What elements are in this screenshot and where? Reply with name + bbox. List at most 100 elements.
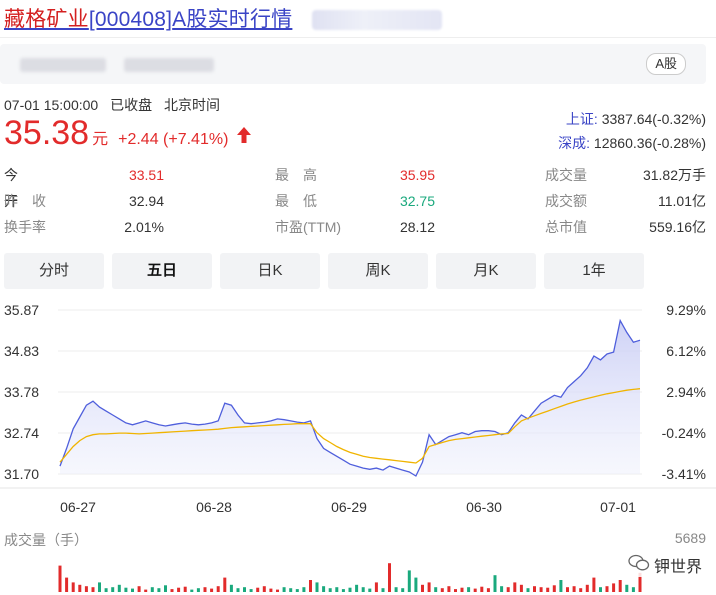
volume-bar bbox=[315, 582, 319, 592]
volume-bar bbox=[519, 584, 523, 592]
stat-high-value: 35.95 bbox=[399, 167, 435, 183]
tab-intraday[interactable]: 分时 bbox=[4, 253, 104, 289]
volume-bar bbox=[434, 587, 438, 592]
volume-bar bbox=[414, 577, 418, 592]
stat-open-value: 33.51 bbox=[128, 167, 164, 183]
volume-bar bbox=[170, 589, 174, 592]
volume-bar bbox=[440, 588, 444, 592]
volume-bar bbox=[183, 586, 187, 592]
stat-label: 换手率 bbox=[4, 219, 46, 235]
stat-low-value: 32.75 bbox=[399, 193, 435, 209]
volume-bar bbox=[559, 580, 563, 592]
x-tick: 06-27 bbox=[60, 499, 96, 515]
volume-bar bbox=[592, 577, 596, 592]
x-tick: 06-30 bbox=[466, 499, 502, 515]
stat-label: 总市值 bbox=[545, 219, 587, 235]
volume-bar bbox=[447, 586, 451, 592]
title-suffix: A股实时行情 bbox=[172, 8, 293, 31]
market-status: 已收盘 bbox=[110, 97, 153, 113]
volume-bar bbox=[262, 586, 266, 592]
volume-bar bbox=[407, 570, 411, 592]
volume-bar bbox=[282, 587, 286, 592]
volume-bar bbox=[427, 582, 431, 592]
price-change: +2.44 (+7.41%) bbox=[118, 131, 229, 148]
volume-bar bbox=[625, 584, 629, 592]
volume-bar bbox=[381, 588, 385, 592]
volume-bar bbox=[309, 580, 312, 592]
volume-bar bbox=[249, 589, 253, 592]
quote-datetime: 07-01 15:00:00 bbox=[4, 97, 99, 113]
volume-bar bbox=[295, 589, 299, 592]
volume-bar bbox=[111, 587, 115, 592]
volume-bar bbox=[618, 580, 622, 592]
index-shenzhen[interactable]: 深成: 12860.36(-0.28%) bbox=[558, 131, 706, 155]
volume-bar bbox=[355, 584, 359, 592]
volume-bar bbox=[137, 586, 141, 592]
volume-bar bbox=[566, 587, 569, 592]
stat-label: 成交量 bbox=[545, 167, 587, 183]
volume-bar bbox=[84, 586, 88, 592]
volume-bar bbox=[71, 582, 75, 592]
volume-bar bbox=[157, 588, 161, 592]
volume-bar bbox=[368, 588, 372, 592]
volume-bar bbox=[229, 584, 233, 592]
index-box: 上证: 3387.64(-0.32%) 深成: 12860.36(-0.28%) bbox=[558, 107, 706, 155]
volume-bar bbox=[341, 589, 345, 592]
market-tag[interactable]: A股 bbox=[646, 53, 686, 75]
volume-bar bbox=[131, 588, 134, 592]
volume-bar bbox=[124, 587, 128, 592]
price-chart-svg bbox=[0, 309, 716, 592]
stat-prevclose-value: 32.94 bbox=[128, 193, 164, 209]
volume-bar bbox=[480, 586, 484, 592]
x-tick: 06-29 bbox=[331, 499, 367, 515]
stock-title-link[interactable]: 藏格矿业[000408]A股实时行情 bbox=[4, 3, 292, 33]
volume-bar bbox=[460, 587, 464, 592]
tab-daily-k[interactable]: 日K bbox=[220, 253, 320, 289]
stat-marketcap-value: 559.16亿 bbox=[649, 219, 706, 235]
tab-monthly-k[interactable]: 月K bbox=[436, 253, 536, 289]
quote-time-row: 07-01 15:00:00 已收盘 北京时间 bbox=[4, 95, 220, 115]
volume-bar bbox=[605, 586, 609, 592]
chart-tabs: 分时 五日 日K 周K 月K 1年 bbox=[4, 253, 644, 289]
volume-bar bbox=[144, 589, 148, 592]
volume-bar bbox=[190, 589, 194, 592]
index-name: 深成: bbox=[558, 135, 591, 151]
volume-bar bbox=[486, 588, 490, 592]
volume-bar bbox=[150, 587, 154, 592]
stock-name: 藏格矿业 bbox=[4, 8, 89, 31]
stat-label: 昨 收 bbox=[4, 193, 46, 209]
volume-bar bbox=[467, 587, 471, 592]
volume-bar bbox=[599, 587, 602, 592]
volume-bar bbox=[203, 587, 207, 592]
index-name: 上证: bbox=[565, 111, 598, 127]
index-value: 12860.36(-0.28%) bbox=[593, 135, 706, 151]
x-tick: 06-28 bbox=[196, 499, 232, 515]
index-shanghai[interactable]: 上证: 3387.64(-0.32%) bbox=[558, 107, 706, 131]
blurred-source-1 bbox=[20, 58, 106, 72]
volume-bar bbox=[500, 586, 504, 592]
volume-max: 5689 bbox=[674, 530, 706, 546]
volume-bar bbox=[236, 588, 240, 592]
tab-one-year[interactable]: 1年 bbox=[544, 253, 644, 289]
volume-bar bbox=[539, 587, 543, 592]
tab-five-day[interactable]: 五日 bbox=[112, 253, 212, 289]
tab-weekly-k[interactable]: 周K bbox=[328, 253, 428, 289]
volume-bar bbox=[98, 582, 101, 592]
volume-bar bbox=[104, 588, 108, 592]
volume-bar bbox=[328, 588, 332, 592]
volume-bar bbox=[243, 587, 246, 592]
stock-code: [000408] bbox=[88, 8, 173, 31]
volume-bar bbox=[276, 589, 279, 592]
volume-bar bbox=[388, 563, 391, 592]
volume-bar bbox=[612, 583, 616, 592]
timezone-label: 北京时间 bbox=[163, 97, 220, 113]
page-title-link[interactable]: 藏格矿业[000408]A股实时行情 bbox=[4, 4, 292, 32]
volume-bar bbox=[65, 577, 69, 592]
volume-bar bbox=[269, 588, 273, 592]
five-day-chart[interactable]: 35.87 34.83 33.78 32.74 31.70 9.29% 6.12… bbox=[0, 298, 716, 595]
stat-label: 最 高 bbox=[275, 167, 317, 183]
volume-bar bbox=[552, 585, 556, 592]
price-row: 35.38 元 +2.44 (+7.41%) bbox=[4, 114, 252, 153]
volume-bar bbox=[91, 587, 95, 592]
volume-label: 成交量（手） bbox=[4, 532, 88, 548]
